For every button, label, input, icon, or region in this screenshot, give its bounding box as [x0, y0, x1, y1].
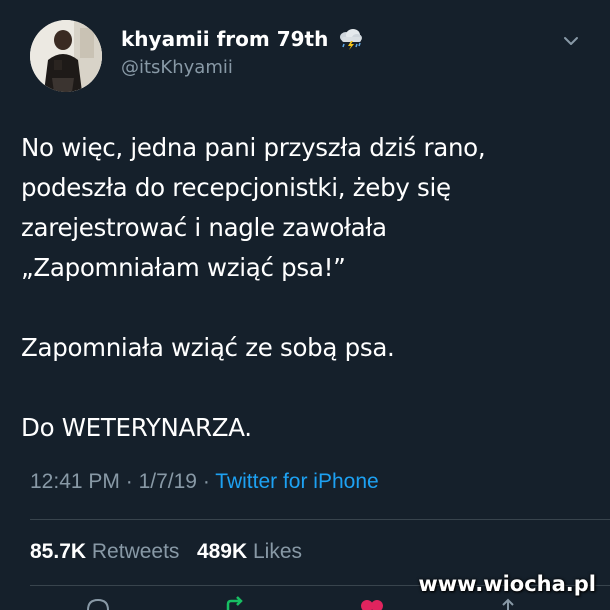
retweets-label: Retweets: [91, 540, 180, 563]
author-display-name: khyamii from 79th: [121, 27, 329, 51]
chevron-down-icon[interactable]: [562, 34, 580, 48]
tweet-time[interactable]: 12:41 PM: [30, 470, 120, 493]
author-handle[interactable]: @itsKhyamii: [121, 57, 233, 78]
likes-label: Likes: [253, 540, 303, 563]
reply-icon[interactable]: [84, 596, 112, 610]
tweet-stats: 85.7K Retweets 489K Likes: [30, 540, 302, 564]
tweet-line: No więc, jedna pani przyszła dziś rano,: [21, 133, 486, 162]
meta-separator: ·: [125, 470, 133, 493]
avatar-photo: [30, 20, 102, 92]
tweet-line: „Zapomniałam wziąć psa!”: [21, 253, 346, 282]
cloud-rain-lightning-icon: [336, 27, 364, 51]
tweet-screenshot: khyamii from 79th @itsKhyamii No więc, j…: [0, 0, 610, 610]
tweet-line: podeszła do recepcjonistki, żeby się: [21, 173, 451, 202]
avatar[interactable]: [30, 20, 102, 92]
retweets-count: 85.7K: [30, 540, 87, 563]
tweet-text: No więc, jedna pani przyszła dziś rano, …: [21, 128, 596, 448]
tweet-meta: 12:41 PM · 1/7/19 · Twitter for iPhone: [30, 470, 379, 494]
like-icon[interactable]: [357, 596, 387, 610]
author-name[interactable]: khyamii from 79th: [121, 27, 364, 51]
tweet-line: zarejestrować i nagle zawołała: [21, 213, 387, 242]
retweet-icon[interactable]: [222, 596, 250, 610]
tweet-source-link[interactable]: Twitter for iPhone: [215, 470, 378, 493]
share-icon[interactable]: [494, 596, 522, 610]
watermark: www.wiocha.pl: [418, 572, 596, 596]
divider: [30, 519, 610, 520]
tweet-line: Zapomniała wziąć ze sobą psa.: [21, 333, 395, 362]
tweet-line: Do WETERYNARZA.: [21, 413, 252, 442]
likes-count: 489K: [196, 540, 248, 563]
likes-stat[interactable]: 489K Likes: [197, 540, 302, 563]
meta-separator: ·: [202, 470, 210, 493]
tweet-date[interactable]: 1/7/19: [139, 470, 197, 493]
retweets-stat[interactable]: 85.7K Retweets: [30, 540, 185, 563]
